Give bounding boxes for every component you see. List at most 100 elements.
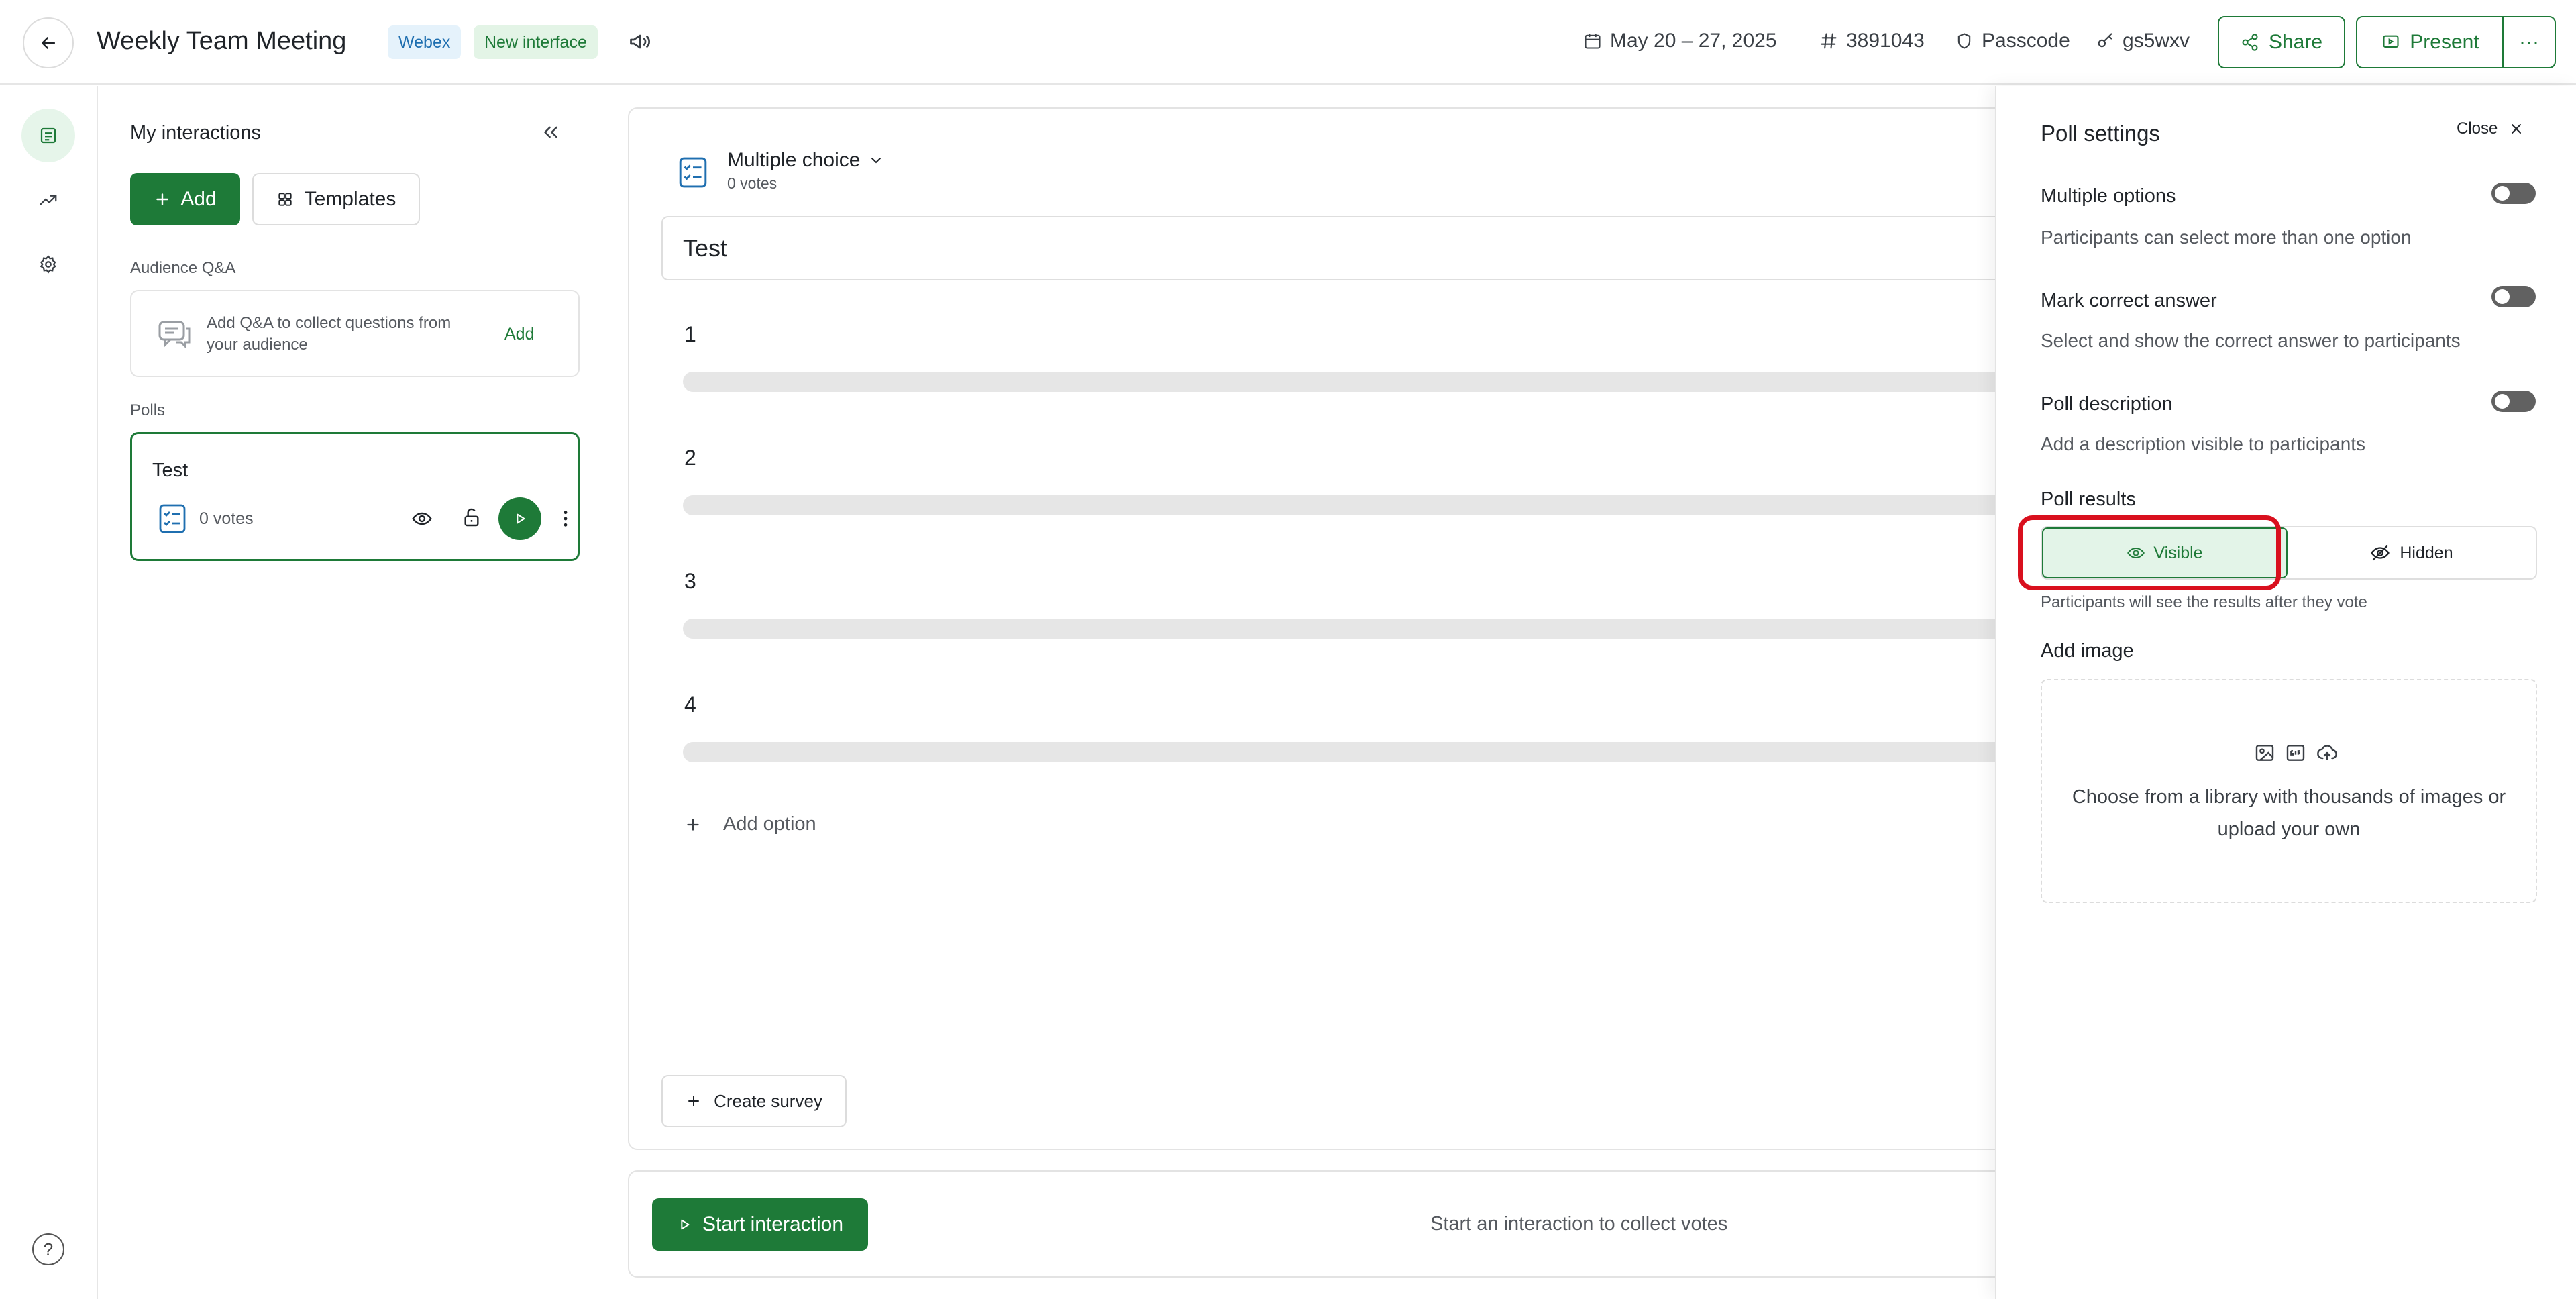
option-label[interactable]: 3 [684,569,696,594]
share-label: Share [2268,31,2323,53]
add-label: Add [180,188,217,210]
more-options-button[interactable]: ··· [2502,16,2556,68]
play-icon [517,513,525,524]
poll-description-toggle[interactable] [2491,391,2536,412]
chevron-down-icon [871,158,881,164]
create-survey-button[interactable]: Create survey [661,1075,847,1127]
create-survey-label: Create survey [714,1090,822,1111]
plus-icon [687,818,699,831]
present-label: Present [2410,31,2479,53]
poll-type-dropdown[interactable]: Multiple choice [727,149,884,172]
lock-toggle[interactable] [461,507,482,528]
poll-votes-count: 0 votes [727,174,777,192]
option-result-bar [683,742,2045,762]
start-interaction-label: Start interaction [702,1213,844,1235]
passcode-label: Passcode [1955,30,2070,52]
poll-results-title: Poll results [2041,488,2136,510]
qa-card: Add Q&A to collect questions from your a… [130,290,580,377]
templates-button[interactable]: Templates [252,173,420,225]
share-button[interactable]: Share [2218,16,2345,68]
poll-card[interactable]: Test 0 votes [130,432,580,561]
arrow-left-icon [42,37,55,49]
plus-icon [688,1096,700,1106]
play-poll-button[interactable] [498,497,541,540]
add-option-label: Add option [723,813,816,835]
multiple-options-desc: Participants can select more than one op… [2041,227,2412,248]
correct-answer-desc: Select and show the correct answer to pa… [2041,330,2461,351]
hidden-label: Hidden [2400,543,2453,562]
unlock-icon [464,508,479,527]
results-visible-option[interactable]: Visible [2042,527,2288,578]
visibility-toggle[interactable] [411,508,433,529]
poll-editor: Multiple choice 0 votes Test 1 2 3 4 Add… [628,107,2045,1150]
option-label[interactable]: 2 [684,446,696,470]
present-button[interactable]: Present [2356,16,2505,68]
eye-icon [412,512,432,525]
poll-settings-panel: Poll settings Close Multiple options Par… [1995,86,2576,1299]
option-result-bar [683,372,2045,392]
shield-icon [1957,33,1971,49]
rail-settings[interactable] [21,238,75,291]
passcode-label-text: Passcode [1982,30,2070,52]
vertical-dots-icon [564,511,568,527]
results-hidden-option[interactable]: Hidden [2288,527,2536,578]
share-icon [2242,34,2258,51]
add-interaction-button[interactable]: Add [130,173,240,225]
eye-icon [2127,547,2145,559]
chat-icon [158,321,191,349]
event-dates[interactable]: May 20 – 27, 2025 [1583,30,1777,52]
option-label[interactable]: 4 [684,692,696,717]
eye-off-icon [2371,545,2390,561]
chevrons-left-icon [544,126,557,138]
event-code-text: 3891043 [1846,30,1925,52]
back-button[interactable] [23,17,74,68]
image-dropzone[interactable]: Choose from a library with thousands of … [2041,679,2537,903]
dropzone-icons [2254,742,2339,764]
play-icon [681,1219,690,1230]
rail-analytics[interactable] [21,173,75,227]
close-label: Close [2457,119,2498,138]
checklist-icon [159,504,186,533]
add-option-button[interactable]: Add option [684,813,816,835]
webex-badge: Webex [388,25,462,59]
option-result-bar [683,619,2045,639]
poll-description-desc: Add a description visible to participant… [2041,433,2366,454]
passcode-value-text: gs5wxv [2123,30,2190,52]
polls-section-label: Polls [130,401,166,419]
help-button[interactable]: ? [32,1233,64,1265]
poll-type-label: Multiple choice [727,149,861,171]
interactions-panel: My interactions Add Templates Audience Q… [99,86,609,1299]
correct-answer-toggle[interactable] [2491,286,2536,307]
interaction-footer: Start interaction Start an interaction t… [628,1170,2037,1278]
multiple-options-title: Multiple options [2041,185,2176,207]
results-hint: Participants will see the results after … [2041,593,2367,611]
new-interface-badge[interactable]: New interface [474,25,598,59]
multiple-options-toggle[interactable] [2491,183,2536,204]
collapse-panel-button[interactable] [539,121,562,144]
close-settings-button[interactable]: Close [2457,119,2524,138]
correct-answer-title: Mark correct answer [2041,290,2217,311]
close-icon [2512,124,2522,134]
gear-icon [40,255,56,274]
rail-interactions[interactable] [21,109,75,162]
qa-add-link[interactable]: Add [504,325,534,344]
left-rail [0,86,98,1299]
poll-menu-button[interactable] [555,508,576,529]
panel-title: My interactions [130,122,262,144]
document-icon [40,127,56,144]
plus-icon [156,193,169,205]
start-interaction-button[interactable]: Start interaction [652,1198,868,1251]
question-input[interactable]: Test [661,216,2043,280]
announcement-button[interactable] [628,30,652,54]
option-result-bar [683,495,2045,515]
event-date-text: May 20 – 27, 2025 [1610,30,1777,52]
passcode-value[interactable]: gs5wxv [2096,30,2190,52]
key-icon [2098,33,2112,48]
grid-icon [278,193,292,206]
poll-description-title: Poll description [2041,393,2173,415]
add-image-title: Add image [2041,640,2134,662]
option-label[interactable]: 1 [684,322,696,347]
app-root: Weekly Team Meeting Webex New interface … [0,0,2576,1299]
event-code[interactable]: 3891043 [1819,30,1925,52]
settings-title: Poll settings [2041,121,2160,146]
